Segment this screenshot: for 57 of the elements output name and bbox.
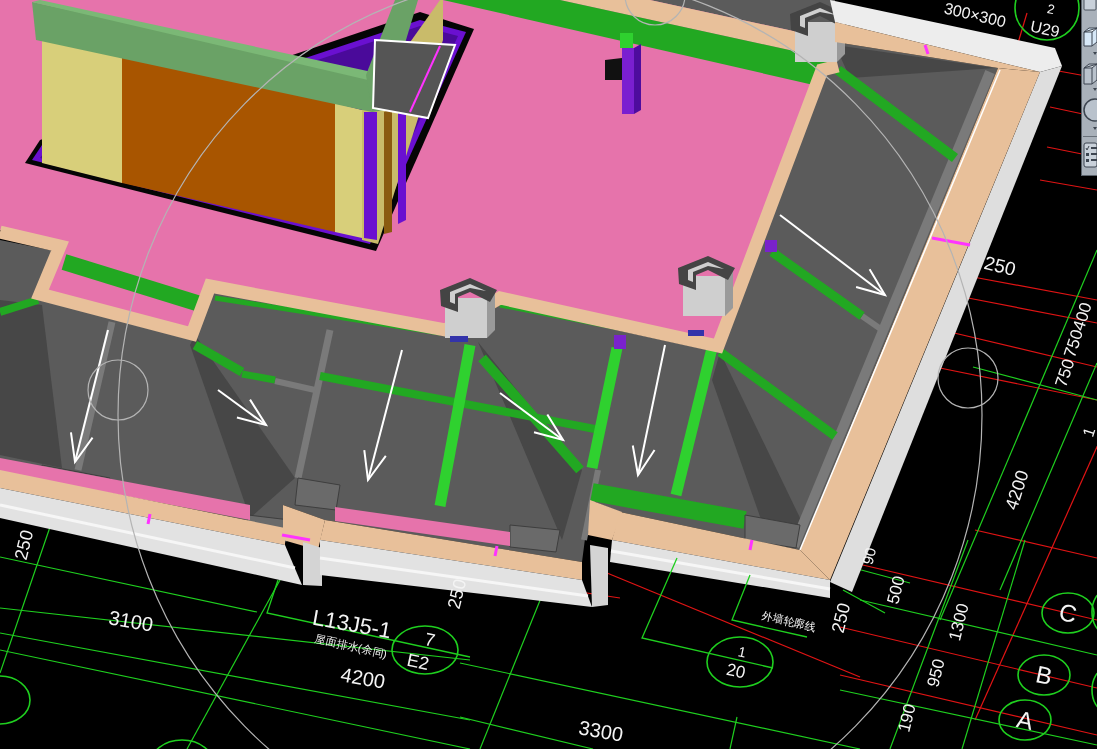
dimension-text: 190 [894,701,920,735]
axis-line [1039,179,1097,191]
dimension-text: 250 [10,528,38,562]
dimension-text: 250 [827,601,855,635]
dimension-text: 4200 [1001,467,1033,513]
orbit-handle[interactable] [87,359,149,421]
orbit-handle[interactable] [624,0,686,26]
drain-outlet [765,240,777,252]
sphere-icon[interactable] [1083,96,1097,132]
bubble-number: E2 [405,649,431,675]
orbit-handle[interactable] [937,347,999,409]
axis-label: B [1033,660,1055,690]
dimension-text: 1 [1079,425,1097,439]
dimension-text: 250 [443,577,471,611]
dimension-text: 500 [883,573,909,607]
cube-icon[interactable] [1083,26,1097,56]
detail-bubble [391,625,459,675]
section-mark [493,545,499,557]
drain-block [294,477,341,511]
dimension-text: 4200 [339,663,387,693]
axis-label: A [1014,705,1036,735]
section-mark [923,44,930,55]
dimension-text: 950 [923,656,949,690]
axis-bubble [1017,654,1071,696]
vent-stack [440,278,497,338]
drain-outlet [450,336,468,342]
section-mark [146,513,152,525]
drain-outlet [614,335,626,349]
bubble-number: 2 [1045,0,1057,18]
bubble-number: U29 [1028,17,1062,41]
dimension-text: 3100 [107,606,155,636]
detail-bubble [706,636,774,688]
section-mark [748,539,754,551]
bubble-number: 20 [724,659,748,683]
dimension-text: 1300 [945,601,973,643]
note-text: 300×300 [942,0,1008,31]
detail-bubble [1014,0,1080,41]
axis-bubble [0,675,31,725]
dimension-text: 3300 [577,716,625,746]
section-mark [281,533,311,542]
bubble-number: 1 [736,643,748,661]
axis-label: C [1056,598,1080,628]
flow-arrow [499,392,566,442]
dimension-text: 250 [982,252,1018,280]
gutter-ridge [581,469,601,541]
bubble-number: 7 [423,629,437,651]
axis-bubble [998,699,1052,741]
drain-block [509,524,561,553]
cube-icon[interactable] [1083,60,1097,92]
roof-beam [0,296,40,316]
section-mark [931,236,971,247]
checklist-icon[interactable] [1083,142,1097,168]
drain-outlet [688,330,704,336]
drain-block [744,514,801,549]
dimension-text: 90 [858,545,880,567]
vent-stack [678,256,735,316]
note-text: 外墙轮廓线 [760,608,818,634]
